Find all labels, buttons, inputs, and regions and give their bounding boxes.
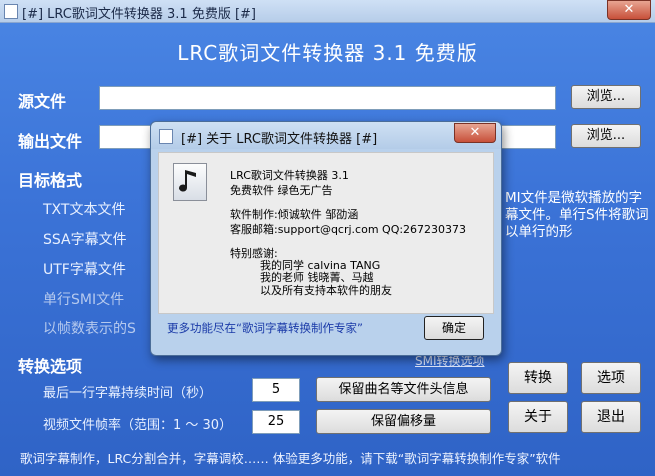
more-features-link[interactable]: 更多功能尽在“歌词字幕转换制作专家” [167,320,363,336]
title-bar: [#] LRC歌词文件转换器 3.1 免费版 [#] ✕ [0,0,655,23]
source-field[interactable] [99,86,556,110]
dialog-title-bar: [#] 关于 LRC歌词文件转换器 [#] ✕ [151,122,501,149]
options-button[interactable]: 选项 [581,362,641,394]
dialog-thanks-line: 我的老师 钱晓菁、马越 [260,271,374,284]
fps-label: 视频文件帧率（范围：1 ～ 30） [43,418,233,433]
app-title: LRC歌词文件转换器 3.1 免费版 [177,41,478,65]
convert-button[interactable]: 转换 [508,362,568,394]
last-line-label: 最后一行字幕持续时间（秒） [43,386,213,401]
dialog-author: 软件制作:倾诚软件 邹劭涵 [230,208,359,221]
ok-button[interactable]: 确定 [424,316,484,340]
fps-input[interactable]: 25 [252,410,300,434]
about-dialog: [#] 关于 LRC歌词文件转换器 [#] ✕ LRC歌词文件转换器 3.1 免… [150,121,502,356]
source-browse-button[interactable]: 浏览... [571,85,641,109]
format-option-utf[interactable]: UTF字幕文件 [43,259,126,279]
dialog-title: [#] 关于 LRC歌词文件转换器 [#] [181,132,378,147]
format-option-smi[interactable]: 单行SMI文件 [43,289,124,309]
close-button[interactable]: ✕ [607,0,651,20]
dialog-app-name: LRC歌词文件转换器 3.1 [230,169,349,182]
dialog-free-note: 免费软件 绿色无广告 [230,184,333,197]
exit-button[interactable]: 退出 [581,401,641,433]
dialog-app-icon [159,129,173,144]
music-note-icon [173,163,207,201]
app-icon [4,4,18,19]
dialog-contact: 客服邮箱:support@qcrj.com QQ:267230373 [230,223,467,236]
last-line-duration-input[interactable]: 5 [252,378,300,402]
dialog-close-button[interactable]: ✕ [454,123,496,143]
output-label: 输出文件 [18,132,83,151]
format-option-frames[interactable]: 以帧数表示的S [43,318,136,338]
about-button[interactable]: 关于 [508,401,568,433]
convert-options-label: 转换选项 [18,357,83,376]
dialog-body: LRC歌词文件转换器 3.1 免费软件 绿色无广告 软件制作:倾诚软件 邹劭涵 … [158,152,494,314]
format-description: MI文件是微软播放的字幕文件。单行S件将歌词以单行的形 [505,190,649,240]
window-title: [#] LRC歌词文件转换器 3.1 免费版 [#] [22,7,256,22]
keep-header-button[interactable]: 保留曲名等文件头信息 [316,377,491,402]
source-label: 源文件 [18,92,67,111]
keep-offset-button[interactable]: 保留偏移量 [316,409,491,434]
output-browse-button[interactable]: 浏览... [571,124,641,148]
dialog-thanks-line: 以及所有支持本软件的朋友 [260,284,392,297]
status-bar-text[interactable]: 歌词字幕制作，LRC分割合并，字幕调校…… 体验更多功能，请下载“歌词字幕转换制… [20,448,561,467]
format-option-txt[interactable]: TXT文本文件 [43,199,125,219]
format-option-ssa[interactable]: SSA字幕文件 [43,229,127,249]
target-format-label: 目标格式 [18,171,83,190]
